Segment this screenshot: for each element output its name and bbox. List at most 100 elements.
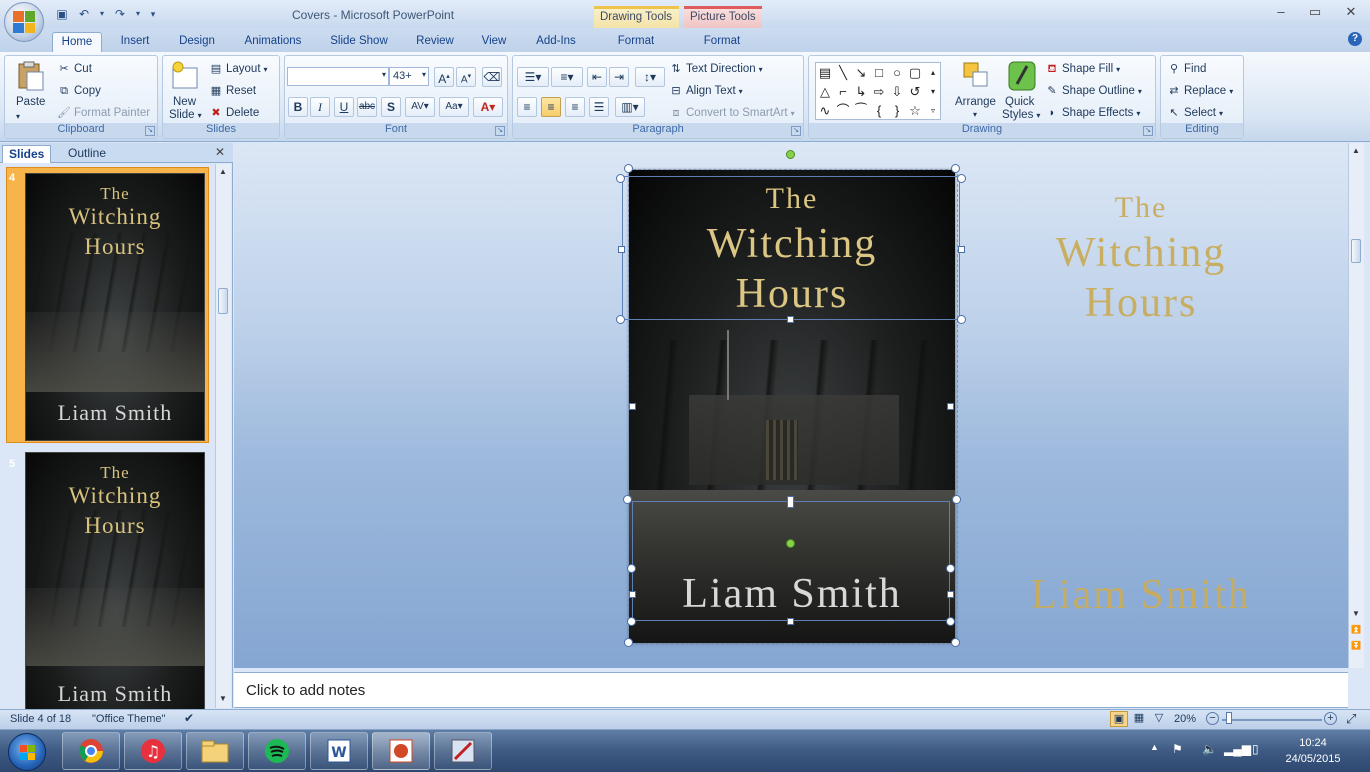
previous-slide-icon[interactable]: ⏫ (1351, 625, 1361, 635)
tab-review[interactable]: Review (410, 32, 460, 52)
start-button[interactable] (8, 733, 46, 771)
spell-check-icon[interactable]: ✔ (184, 711, 194, 725)
shape-outline-button[interactable]: ✎ Shape Outline ▾ (1045, 84, 1142, 98)
itunes-taskbar-button[interactable]: ♫ (124, 732, 182, 770)
save-icon[interactable]: ▣ (54, 7, 70, 21)
arc-shape-icon[interactable]: ⌒ (834, 101, 852, 120)
shape-effects-button[interactable]: ◗ Shape Effects ▾ (1045, 106, 1141, 120)
notes-placeholder[interactable]: Click to add notes (246, 682, 365, 699)
line-spacing-icon[interactable]: ↕▾ (635, 67, 665, 87)
star-shape-icon[interactable]: ☆ (906, 101, 924, 120)
minimize-button[interactable]: – (1266, 4, 1296, 22)
underline-icon[interactable]: U (334, 97, 354, 117)
ghost-author-text[interactable]: Liam Smith (971, 571, 1311, 619)
resize-handle-mid[interactable] (787, 496, 794, 508)
freeform-shape-icon[interactable]: ↺ (906, 82, 924, 101)
convert-smartart-button[interactable]: ⧈ Convert to SmartArt ▾ (669, 106, 795, 120)
select-button[interactable]: ↖ Select ▾ (1167, 106, 1223, 120)
resize-handle-author-br[interactable] (946, 617, 955, 626)
zoom-level[interactable]: 20% (1174, 713, 1196, 725)
slide-scroll-up-icon[interactable]: ▲ (1351, 146, 1361, 156)
tab-home[interactable]: Home (52, 32, 102, 52)
resize-handle-title-tr[interactable] (957, 174, 966, 183)
customize-qat-icon[interactable]: ▾ (148, 7, 158, 21)
battery-icon[interactable]: ▯ (1252, 742, 1259, 756)
resize-handle-title-l[interactable] (618, 246, 625, 253)
delete-button[interactable]: ✖ Delete (209, 106, 259, 120)
right-arrow-shape-icon[interactable]: ⇨ (870, 82, 888, 101)
resize-handle-author-bl[interactable] (627, 617, 636, 626)
tab-slides[interactable]: Slides (2, 145, 52, 163)
rotation-handle-author[interactable] (786, 539, 795, 548)
strikethrough-icon[interactable]: abc (357, 97, 377, 117)
tab-view[interactable]: View (474, 32, 514, 52)
replace-button[interactable]: ⇄ Replace ▾ (1167, 84, 1233, 98)
tab-slide-show[interactable]: Slide Show (324, 32, 394, 52)
paste-dropdown-icon[interactable]: ▾ (16, 112, 20, 121)
arrange-icon[interactable] (961, 60, 991, 92)
slides-scroll-thumb[interactable] (218, 288, 228, 314)
chrome-taskbar-button[interactable] (62, 732, 120, 770)
format-painter-button[interactable]: 🖌 Format Painter (57, 106, 150, 120)
down-arrow-shape-icon[interactable]: ⇩ (888, 82, 906, 101)
resize-handle-author-r[interactable] (947, 591, 954, 598)
columns-icon[interactable]: ▥▾ (615, 97, 645, 117)
align-left-icon[interactable]: ≡ (517, 97, 537, 117)
new-slide-label-1[interactable]: New (173, 96, 196, 108)
resize-handle-title-br[interactable] (957, 315, 966, 324)
volume-icon[interactable]: 🔈 (1202, 742, 1217, 756)
find-button[interactable]: ⚲ Find (1167, 62, 1206, 76)
slide-scroll-thumb[interactable] (1351, 239, 1361, 263)
zoom-in-icon[interactable]: + (1324, 712, 1337, 725)
help-icon[interactable]: ? (1348, 32, 1362, 46)
triangle-shape-icon[interactable]: △ (816, 82, 834, 101)
slide-thumbnail-5[interactable]: 5 The Witching Hours Liam Smith (6, 447, 209, 714)
bold-icon[interactable]: B (288, 97, 308, 117)
restore-button[interactable]: ▭ (1300, 4, 1330, 22)
next-slide-icon[interactable]: ⏬ (1351, 641, 1361, 651)
tab-add-ins[interactable]: Add-Ins (528, 32, 584, 52)
italic-icon[interactable]: I (310, 97, 330, 117)
clock-time[interactable]: 10:24 (1278, 737, 1348, 749)
clipboard-launcher-icon[interactable]: ↘ (145, 126, 155, 136)
layout-button[interactable]: ▤ Layout ▾ (209, 62, 268, 76)
gallery-scroll-down-icon[interactable]: ▾ (924, 82, 942, 101)
drawing-launcher-icon[interactable]: ↘ (1143, 126, 1153, 136)
zoom-slider[interactable] (1222, 719, 1322, 721)
text-direction-button[interactable]: ⇅ Text Direction ▾ (669, 62, 762, 76)
tab-insert[interactable]: Insert (112, 32, 158, 52)
resize-handle-author-tl[interactable] (627, 564, 636, 573)
slide-show-view-icon[interactable]: ▽ (1150, 711, 1168, 727)
bullets-icon[interactable]: ☰▾ (517, 67, 549, 87)
character-spacing-icon[interactable]: AV▾ (405, 97, 435, 117)
drawing-app-taskbar-button[interactable] (434, 732, 492, 770)
resize-handle-author-l[interactable] (629, 591, 636, 598)
resize-handle-title-r[interactable] (958, 246, 965, 253)
resize-handle-pic-r[interactable] (947, 403, 954, 410)
spotify-taskbar-button[interactable] (248, 732, 306, 770)
tab-animations[interactable]: Animations (238, 32, 308, 52)
resize-handle-title-b[interactable] (787, 316, 794, 323)
powerpoint-taskbar-button[interactable] (372, 732, 430, 770)
grow-font-icon[interactable]: A▴ (434, 67, 454, 87)
arrow-line-shape-icon[interactable]: ↘ (852, 63, 870, 82)
gallery-scroll-up-icon[interactable]: ▴ (924, 63, 942, 82)
copy-button[interactable]: ⧉ Copy (57, 84, 101, 98)
shrink-font-icon[interactable]: A▾ (456, 67, 476, 87)
resize-handle-mid-r[interactable] (952, 495, 961, 504)
curve-shape-icon[interactable]: ∿ (816, 101, 834, 120)
numbering-icon[interactable]: ≡▾ (551, 67, 583, 87)
resize-handle-title-bl[interactable] (616, 315, 625, 324)
redo-icon[interactable]: ↷ (112, 7, 128, 21)
slide-sorter-view-icon[interactable]: ▦ (1130, 711, 1148, 727)
slide-thumbnail-4[interactable]: 4 The Witching Hours Liam Smith (6, 167, 209, 443)
arrange-dropdown-icon[interactable]: ▾ (973, 110, 977, 119)
reset-button[interactable]: ▦ Reset (209, 84, 256, 98)
gallery-more-icon[interactable]: ▿ (924, 101, 942, 120)
align-center-icon[interactable]: ≡ (541, 97, 561, 117)
rotation-handle-top[interactable] (786, 150, 795, 159)
font-launcher-icon[interactable]: ↘ (495, 126, 505, 136)
scroll-down-icon[interactable]: ▼ (218, 694, 228, 704)
resize-handle-author-b[interactable] (787, 618, 794, 625)
font-name-combo[interactable]: ▾ (287, 67, 389, 86)
